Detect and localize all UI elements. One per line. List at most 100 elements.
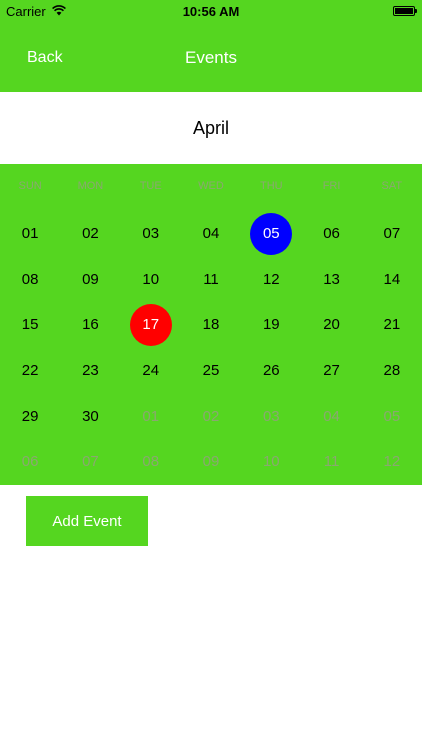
day-cell[interactable]: 02	[60, 211, 120, 257]
day-number: 08	[142, 453, 160, 471]
other-month-day[interactable]: 04	[301, 393, 361, 439]
day-number: 19	[262, 316, 280, 334]
day-cell[interactable]: 07	[362, 211, 422, 257]
other-month-day[interactable]: 07	[60, 439, 120, 485]
day-cell[interactable]: 06	[301, 211, 361, 257]
day-number: 01	[21, 225, 39, 243]
day-number: 28	[383, 362, 401, 380]
other-month-day[interactable]: 11	[301, 439, 361, 485]
day-cell[interactable]: 19	[241, 302, 301, 348]
other-month-day[interactable]: 10	[241, 439, 301, 485]
day-number: 10	[262, 453, 280, 471]
day-cell[interactable]: 12	[241, 257, 301, 303]
day-number: 27	[323, 362, 340, 380]
day-cell[interactable]: 11	[181, 257, 241, 303]
day-number: 06	[21, 453, 39, 471]
day-cell[interactable]: 01	[0, 211, 60, 257]
day-cell[interactable]: 18	[181, 302, 241, 348]
weekday-label: FRI	[322, 180, 341, 192]
add-event-button[interactable]: Add Event	[26, 496, 148, 546]
day-cell[interactable]: 30	[60, 393, 120, 439]
page-title: Events	[185, 48, 237, 67]
day-number: 05	[250, 212, 293, 255]
day-number: 09	[202, 453, 220, 471]
day-number: 11	[323, 453, 340, 471]
status-time: 10:56 AM	[182, 4, 240, 19]
day-number: 07	[383, 225, 401, 243]
day-cell[interactable]: 03	[121, 211, 181, 257]
today-day[interactable]: 17	[121, 302, 181, 348]
day-cell[interactable]: 08	[0, 257, 60, 303]
other-month-day[interactable]: 08	[121, 439, 181, 485]
day-number: 04	[202, 225, 220, 243]
day-number: 24	[142, 362, 160, 380]
day-number: 11	[203, 270, 219, 288]
other-month-day[interactable]: 12	[362, 439, 422, 485]
day-cell[interactable]: 25	[181, 348, 241, 394]
day-number: 25	[202, 362, 220, 380]
weekday-header: SUN MON TUE WED THU FRI SAT	[0, 176, 422, 196]
day-cell[interactable]: 26	[241, 348, 301, 394]
day-number: 21	[383, 316, 401, 334]
day-number: 22	[21, 362, 39, 380]
day-number: 20	[323, 316, 340, 334]
day-number: 30	[82, 407, 99, 425]
weekday-label: SAT	[381, 180, 403, 192]
day-number: 29	[21, 407, 39, 425]
day-cell[interactable]: 09	[60, 257, 120, 303]
weekday-label: THU	[259, 180, 283, 192]
day-cell[interactable]: 28	[362, 348, 422, 394]
day-number: 14	[383, 270, 401, 288]
day-cell[interactable]: 24	[121, 348, 181, 394]
month-label: April	[192, 117, 229, 138]
nav-bar: Back Events	[0, 24, 422, 92]
day-number: 18	[202, 316, 220, 334]
day-cell[interactable]: 13	[301, 257, 361, 303]
other-month-day[interactable]: 06	[0, 439, 60, 485]
day-number: 03	[262, 407, 280, 425]
other-month-day[interactable]: 03	[241, 393, 301, 439]
day-number: 06	[323, 225, 340, 243]
day-cell[interactable]: 14	[362, 257, 422, 303]
day-number: 02	[82, 225, 99, 243]
day-cell[interactable]: 23	[60, 348, 120, 394]
day-number: 08	[21, 270, 39, 288]
day-cell[interactable]: 21	[362, 302, 422, 348]
day-number: 03	[142, 225, 160, 243]
day-cell[interactable]: 10	[121, 257, 181, 303]
day-number: 17	[129, 303, 172, 346]
day-number: 04	[323, 407, 340, 425]
day-number: 07	[82, 453, 99, 471]
weekday-label: TUE	[139, 180, 162, 192]
day-number: 16	[82, 316, 99, 334]
weekday-label: WED	[198, 180, 224, 192]
day-number: 15	[21, 316, 39, 334]
day-number: 12	[383, 453, 401, 471]
day-number: 09	[82, 270, 99, 288]
selected-day[interactable]: 05	[241, 211, 301, 257]
day-number: 23	[82, 362, 99, 380]
day-grid: 01 02 03 04 05 06 07 08 09 10 11 12 13 14 15 16 17 18 19 20…	[0, 211, 422, 485]
other-month-day[interactable]: 09	[181, 439, 241, 485]
day-number: 26	[262, 362, 280, 380]
day-number: 02	[202, 407, 220, 425]
other-month-day[interactable]: 02	[181, 393, 241, 439]
day-number: 05	[383, 407, 401, 425]
battery-icon	[393, 6, 417, 16]
other-month-day[interactable]: 01	[121, 393, 181, 439]
day-cell[interactable]: 22	[0, 348, 60, 394]
weekday-label: SUN	[18, 180, 42, 192]
day-cell[interactable]: 27	[301, 348, 361, 394]
calendar: SUN MON TUE WED THU FRI SAT 01 02 03 04 05 06 07 08 09…	[0, 164, 422, 485]
other-month-day[interactable]: 05	[362, 393, 422, 439]
day-cell[interactable]: 20	[301, 302, 361, 348]
status-bar: Carrier 10:56 AM	[0, 0, 422, 24]
day-number: 01	[142, 407, 160, 425]
day-cell[interactable]: 29	[0, 393, 60, 439]
day-cell[interactable]: 16	[60, 302, 120, 348]
day-number: 13	[323, 270, 340, 288]
day-number: 12	[262, 270, 280, 288]
day-cell[interactable]: 15	[0, 302, 60, 348]
day-number: 10	[142, 270, 160, 288]
day-cell[interactable]: 04	[181, 211, 241, 257]
